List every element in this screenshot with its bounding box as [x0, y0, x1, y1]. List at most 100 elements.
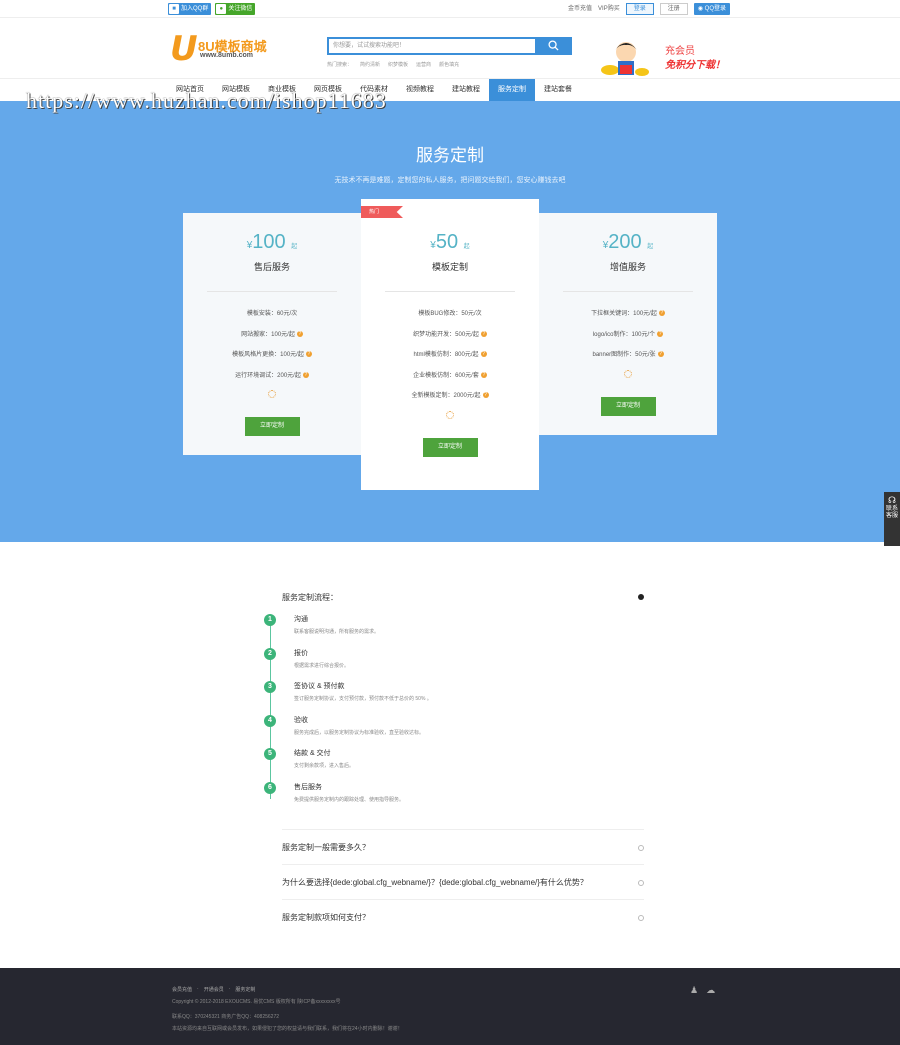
wechat-label: 关注微信: [228, 6, 253, 12]
process-steps: 1 沟通联系客服说明沟通，所有服务的需求。 2 报价 根据需求进行综合报价。 3 签协议…: [264, 614, 644, 830]
customize-button[interactable]: 立即定制: [244, 417, 300, 436]
footer-link-recharge[interactable]: 会员充值: [172, 986, 192, 993]
qq-group-icon: ■: [169, 4, 179, 14]
login-button[interactable]: 登录: [625, 3, 654, 15]
step-number: 2: [264, 647, 276, 660]
promo-line1: 充会员: [665, 46, 695, 57]
qq-login-button[interactable]: ◉ QQ登录: [693, 3, 730, 15]
expand-icon[interactable]: [638, 915, 644, 921]
footer-link-custom-service[interactable]: 服务定制: [235, 986, 255, 993]
service-item-label: 全新模板定制：2000元/起: [411, 393, 481, 399]
help-icon[interactable]: ?: [658, 310, 665, 317]
step-title: 沟通: [294, 616, 308, 623]
qq-icon[interactable]: ♟: [690, 985, 698, 996]
footer-social: ♟ ☁: [690, 985, 715, 996]
help-icon[interactable]: ?: [657, 351, 664, 358]
step-desc: 联系客服说明沟通，所有服务的需求。: [294, 629, 380, 635]
help-icon[interactable]: ?: [480, 371, 487, 378]
process-step: 3 签协议 & 预付款 签订服务定制协议，支付预付款，预付款不低于总价的 50% 。: [264, 681, 644, 715]
vip-link[interactable]: VIP购买: [598, 3, 620, 15]
service-item: 模板BUG修改：50元/次: [361, 304, 539, 325]
service-item-label: 运行环境调试：200元/起: [235, 372, 301, 379]
price-amount: 200: [608, 231, 642, 253]
hot-search-label: 热门搜索：: [327, 62, 353, 68]
watermark: https://www.huzhan.com/ishop11683: [26, 88, 387, 113]
hot-term[interactable]: 织梦模板: [388, 61, 408, 68]
card-price: ¥100 起: [183, 231, 361, 254]
service-item: 模板安装：60元/次: [183, 304, 361, 325]
site-logo[interactable]: U 8U模板商城 www.8umb.com: [170, 32, 280, 72]
nav-item-site-tutorials[interactable]: 建站教程: [443, 79, 489, 101]
help-icon[interactable]: ?: [657, 330, 664, 337]
search-button[interactable]: [535, 37, 572, 55]
hero-title: 服务定制: [416, 146, 484, 165]
service-item-label: 下拉框关键词：100元/起: [591, 311, 657, 317]
logo-url: www.8umb.com: [200, 52, 254, 59]
service-item-label: logo/ico制作：100元/个: [592, 331, 656, 338]
pricing-card-template-custom: 热门 ¥50 起 模板定制 模板BUG修改：50元/次 织梦功能开发：500元/…: [361, 199, 539, 490]
nav-item-video-tutorials[interactable]: 视频教程: [397, 79, 443, 101]
faq-question[interactable]: 服务定制一般需要多久？: [282, 830, 644, 865]
process-accordion-header[interactable]: 服务定制流程：: [282, 585, 644, 611]
help-icon[interactable]: ?: [482, 392, 489, 399]
collapse-icon[interactable]: [638, 594, 644, 600]
customize-button[interactable]: 立即定制: [422, 437, 478, 457]
qq-icon: ◉: [697, 6, 703, 12]
recharge-link[interactable]: 金币充值: [568, 3, 592, 15]
hot-term[interactable]: 简约清新: [360, 61, 380, 68]
help-icon[interactable]: ?: [302, 371, 309, 378]
hot-term[interactable]: 运营商: [416, 61, 431, 68]
step-title: 验收: [294, 716, 308, 724]
contact-service-label: 联系客服: [885, 506, 898, 519]
service-item-label: banner图制作：50元/张: [592, 352, 656, 358]
service-item-label: 网站搬家：100元/起: [241, 331, 295, 338]
wechat-icon[interactable]: ☁: [706, 985, 715, 996]
process-title: 服务定制流程：: [282, 593, 338, 602]
register-button[interactable]: 注册: [659, 3, 688, 15]
faq-question[interactable]: 为什么要选择{dede:global.cfg_webname/}？{dede:g…: [282, 865, 644, 900]
expand-icon[interactable]: [638, 845, 644, 851]
promo-line2: 免积分下载！: [665, 60, 725, 71]
follow-wechat-button[interactable]: ● 关注微信: [215, 3, 256, 15]
mascot-illustration: [601, 42, 649, 76]
process-step: 2 报价 根据需求进行综合报价。: [264, 647, 644, 682]
hot-term[interactable]: 颜色填充: [439, 61, 459, 68]
step-number: 3: [264, 681, 276, 693]
service-item: html模板仿制：800元/起?: [361, 345, 539, 366]
join-qq-group-button[interactable]: ■ 加入QQ群: [168, 3, 212, 15]
step-number: 1: [264, 614, 276, 626]
help-icon[interactable]: ?: [305, 351, 312, 358]
price-unit: 起: [291, 244, 298, 250]
hot-badge: 热门: [361, 206, 403, 218]
help-icon[interactable]: ?: [480, 330, 487, 337]
footer-copyright: Copyright © 2012-2018 EXOUCMS. 易优CMS 版权所…: [172, 999, 341, 1005]
contact-service-float[interactable]: ☊ 联系客服: [884, 492, 900, 546]
hero-section: 服务定制 无技术不再是难题，定制您的私人服务，把问题交给我们，您安心赚钱去吧 ¥…: [0, 101, 900, 542]
nav-item-site-packages[interactable]: 建站套餐: [535, 79, 581, 101]
customize-button[interactable]: 立即定制: [600, 396, 656, 416]
step-desc: 免费提供服务定制内的跟踪处理、使用指导服务。: [294, 796, 405, 803]
help-icon[interactable]: ?: [296, 330, 303, 337]
nav-item-custom-service[interactable]: 服务定制: [489, 79, 535, 101]
footer-separator: ·: [228, 986, 231, 992]
service-item: 模板风格片更换：100元/起?: [183, 345, 361, 366]
step-title: 签协议 & 预付款: [294, 683, 345, 690]
faq-question-text: 服务定制一般需要多久？: [282, 843, 370, 852]
step-number: 5: [264, 748, 276, 760]
step-title: 售后服务: [294, 783, 322, 791]
search-input[interactable]: 你想要，试试搜索功能吧！: [327, 37, 535, 55]
process-step: 4 验收 服务完成后，以服务定制协议为标准验收，直至验收达标。: [264, 714, 644, 749]
faq-section: 服务定制流程： 1 沟通联系客服说明沟通，所有服务的需求。 2 报价 根据需求进行综合…: [264, 585, 644, 935]
card-price: ¥50 起: [361, 231, 539, 254]
service-item: logo/ico制作：100元/个?: [539, 325, 717, 346]
expand-icon[interactable]: [638, 880, 644, 886]
faq-question[interactable]: 服务定制款项如何支付？: [282, 900, 644, 935]
price-unit: 起: [463, 244, 470, 250]
service-item-label: 模板风格片更换：100元/起: [232, 352, 304, 358]
step-desc: 服务完成后，以服务定制协议为标准验收，直至验收达标。: [294, 729, 425, 736]
footer-link-membership[interactable]: 开通会员: [204, 986, 224, 993]
vip-promo-banner[interactable]: 充会员 免积分下载！: [598, 36, 733, 80]
process-step: 6 售后服务 免费提供服务定制内的跟踪处理、使用指导服务。: [264, 781, 644, 816]
help-icon[interactable]: ?: [480, 351, 487, 358]
service-item: 织梦功能开发：500元/起?: [361, 325, 539, 346]
